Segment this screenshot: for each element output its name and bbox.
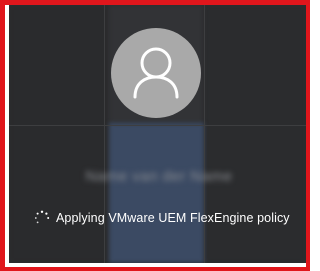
background-line (9, 125, 306, 126)
lock-screen: Name van der Name Applying VMware UEM Fl… (9, 5, 306, 263)
user-avatar (111, 28, 201, 118)
user-icon (133, 47, 179, 99)
status-message: Applying VMware UEM FlexEngine policy (56, 211, 290, 225)
background-panel-blue (109, 123, 204, 263)
username-label: Name van der Name (85, 168, 233, 185)
status-row: Applying VMware UEM FlexEngine policy (34, 209, 290, 227)
loading-spinner-icon (34, 210, 50, 226)
frame-bottom-edge (5, 263, 306, 267)
